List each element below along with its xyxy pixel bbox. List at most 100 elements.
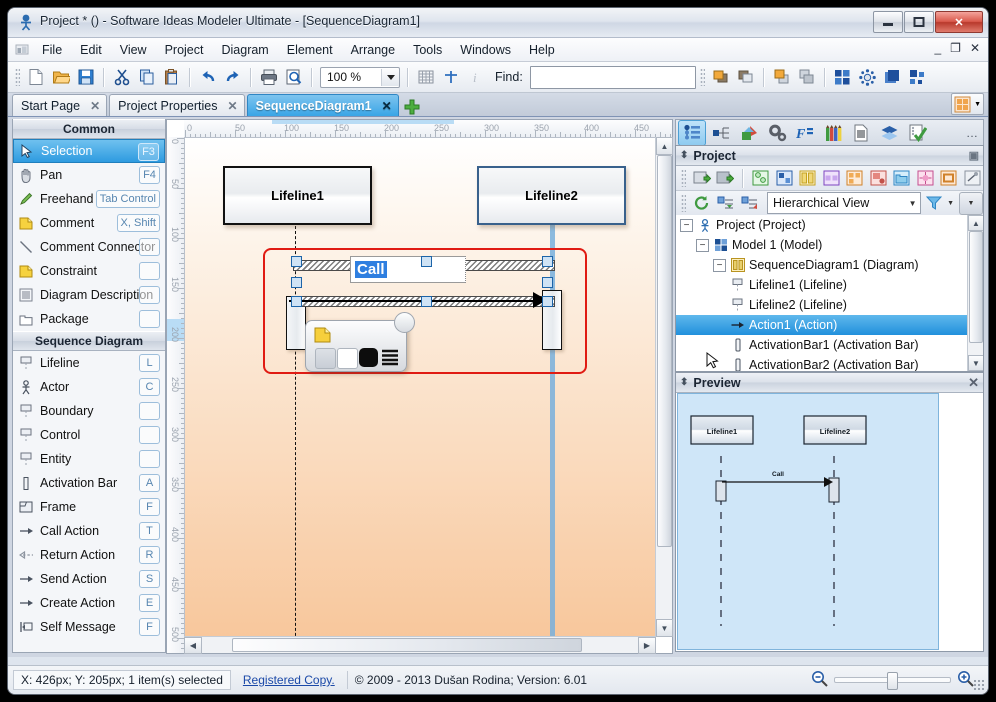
minimize-button[interactable] bbox=[873, 11, 903, 33]
menu-item-windows[interactable]: Windows bbox=[451, 40, 520, 60]
tool-package[interactable]: Package bbox=[13, 307, 165, 331]
inline-editor-text[interactable]: Call bbox=[355, 261, 387, 278]
filter-dropdown-icon[interactable]: ▼ bbox=[947, 200, 954, 207]
print-icon[interactable] bbox=[257, 65, 281, 89]
expand-all-icon[interactable] bbox=[715, 193, 737, 214]
toolbar-drag-knob[interactable] bbox=[394, 312, 415, 333]
tool-self-message[interactable]: Self Message F bbox=[13, 615, 165, 639]
add-diagram-deployment-icon[interactable] bbox=[915, 168, 937, 189]
tab-close-icon[interactable]: ✕ bbox=[90, 99, 100, 113]
zoom-slider-track[interactable] bbox=[834, 672, 951, 690]
tree-item-activationbar2[interactable]: ActivationBar2 (Activation Bar) bbox=[676, 355, 983, 371]
scroll-up-button[interactable]: ▲ bbox=[968, 215, 983, 231]
scroll-left-button[interactable]: ◀ bbox=[184, 637, 202, 654]
scroll-down-button[interactable]: ▼ bbox=[656, 619, 673, 637]
tool-freehand[interactable]: Freehand Tab Control bbox=[13, 187, 165, 211]
tree-scroll-thumb[interactable] bbox=[969, 231, 983, 343]
toolbar-overflow-button[interactable]: ▼ bbox=[959, 191, 983, 215]
tree-item-activationbar1[interactable]: ActivationBar1 (Activation Bar) bbox=[676, 335, 983, 355]
format-icon[interactable]: F bbox=[792, 121, 818, 145]
scroll-up-button[interactable]: ▲ bbox=[656, 137, 673, 155]
add-diagram-other-icon[interactable] bbox=[938, 168, 960, 189]
add-diagram-use-case-icon[interactable] bbox=[844, 168, 866, 189]
tool-lifeline[interactable]: Lifeline L bbox=[13, 351, 165, 375]
swatch-gray[interactable] bbox=[315, 348, 336, 369]
tool-entity[interactable]: Entity bbox=[13, 447, 165, 471]
tool-actor[interactable]: Actor C bbox=[13, 375, 165, 399]
resize-handle[interactable] bbox=[291, 296, 302, 307]
status-registration-link[interactable]: Registered Copy. bbox=[236, 671, 342, 689]
tool-create-action[interactable]: Create Action E bbox=[13, 591, 165, 615]
resize-handle[interactable] bbox=[542, 256, 553, 267]
close-icon[interactable]: ✕ bbox=[968, 375, 979, 391]
add-diagram-uml-icon[interactable] bbox=[750, 168, 772, 189]
tool-send-action[interactable]: Send Action S bbox=[13, 567, 165, 591]
tool-diagram-description[interactable]: Diagram Description bbox=[13, 283, 165, 307]
add-model-icon[interactable] bbox=[714, 168, 736, 189]
view-mode-combobox[interactable]: Hierarchical View ▼ bbox=[767, 192, 922, 214]
maximize-button[interactable] bbox=[904, 11, 934, 33]
filter-icon[interactable] bbox=[923, 193, 945, 214]
tool-activation-bar[interactable]: Activation Bar A bbox=[13, 471, 165, 495]
project-tree-icon[interactable] bbox=[678, 120, 706, 146]
add-diagram-state-icon[interactable] bbox=[820, 168, 842, 189]
paste-icon[interactable] bbox=[160, 65, 184, 89]
find-input[interactable] bbox=[529, 65, 696, 89]
canvas-vertical-scrollbar[interactable]: ▲ ▼ bbox=[655, 137, 673, 637]
menu-item-file[interactable]: File bbox=[33, 40, 71, 60]
swatch-lines[interactable] bbox=[381, 348, 399, 369]
tree-item-lifeline2[interactable]: Lifeline2 (Lifeline) bbox=[676, 295, 983, 315]
toolbar-grip[interactable] bbox=[681, 194, 686, 212]
tool-comment[interactable]: Comment X, Shift bbox=[13, 211, 165, 235]
send-to-back-icon[interactable] bbox=[795, 65, 819, 89]
save-file-icon[interactable] bbox=[74, 65, 98, 89]
project-tree-container[interactable]: − Project (Project) − Model 1 (Model) − … bbox=[676, 215, 983, 371]
tool-boundary[interactable]: Boundary bbox=[13, 399, 165, 423]
resize-handle[interactable] bbox=[291, 256, 302, 267]
tab-list-button[interactable]: ▼ bbox=[951, 93, 984, 115]
preview-canvas[interactable]: Lifeline1 Lifeline2 Call bbox=[677, 393, 939, 650]
menu-item-diagram[interactable]: Diagram bbox=[212, 40, 277, 60]
shapes-icon[interactable] bbox=[736, 121, 762, 145]
expander-icon[interactable]: − bbox=[713, 258, 726, 272]
resize-handle[interactable] bbox=[421, 296, 432, 307]
tab-start-page[interactable]: Start Page ✕ bbox=[12, 94, 108, 116]
tool-frame[interactable]: Frame F bbox=[13, 495, 165, 519]
chevron-down-icon[interactable]: ▼ bbox=[905, 199, 920, 208]
menu-item-element[interactable]: Element bbox=[278, 40, 342, 60]
lifeline-box-1[interactable]: Lifeline1 bbox=[223, 166, 372, 225]
toolbox-group-header-common[interactable]: Common bbox=[13, 119, 165, 139]
inline-text-editor[interactable]: Call bbox=[350, 256, 466, 283]
menu-item-arrange[interactable]: Arrange bbox=[342, 40, 404, 60]
resize-handle[interactable] bbox=[542, 296, 553, 307]
snap-icon[interactable] bbox=[439, 65, 463, 89]
bring-to-front-icon[interactable] bbox=[770, 65, 794, 89]
redo-icon[interactable] bbox=[221, 65, 245, 89]
tree-item-sequencediagram1[interactable]: − SequenceDiagram1 (Diagram) bbox=[676, 255, 983, 275]
tab-project-properties[interactable]: Project Properties ✕ bbox=[109, 94, 245, 116]
tree-item-lifeline1[interactable]: Lifeline1 (Lifeline) bbox=[676, 275, 983, 295]
link-icon[interactable] bbox=[962, 168, 984, 189]
add-diagram-sequence-icon[interactable] bbox=[797, 168, 819, 189]
toolbar-grip-2[interactable] bbox=[699, 68, 705, 86]
tree-item-action1[interactable]: Action1 (Action) bbox=[676, 315, 983, 335]
chevron-down-icon[interactable] bbox=[381, 68, 399, 86]
canvas-horizontal-scrollbar[interactable]: ◀ ▶ bbox=[184, 636, 656, 654]
message-line[interactable] bbox=[289, 300, 551, 302]
layout-tree-icon[interactable] bbox=[906, 65, 930, 89]
styles-icon[interactable] bbox=[820, 121, 846, 145]
chevron-down-icon[interactable]: ▼ bbox=[974, 101, 981, 108]
tool-comment-connector[interactable]: Comment Connector bbox=[13, 235, 165, 259]
close-button[interactable]: ✕ bbox=[935, 11, 983, 33]
menu-item-edit[interactable]: Edit bbox=[71, 40, 111, 60]
scroll-right-button[interactable]: ▶ bbox=[638, 637, 656, 654]
mdi-restore-button[interactable]: ❐ bbox=[950, 41, 961, 55]
resize-handle[interactable] bbox=[291, 277, 302, 288]
mdi-minimize-button[interactable]: _ bbox=[934, 41, 941, 55]
swatch-white[interactable] bbox=[337, 348, 358, 369]
collapse-icon[interactable]: ⬍ bbox=[680, 150, 688, 161]
toolbar-grip[interactable] bbox=[681, 169, 686, 187]
lifeline-box-2[interactable]: Lifeline2 bbox=[477, 166, 626, 225]
add-diagram-component-icon[interactable] bbox=[867, 168, 889, 189]
bring-forward-icon[interactable] bbox=[709, 65, 733, 89]
